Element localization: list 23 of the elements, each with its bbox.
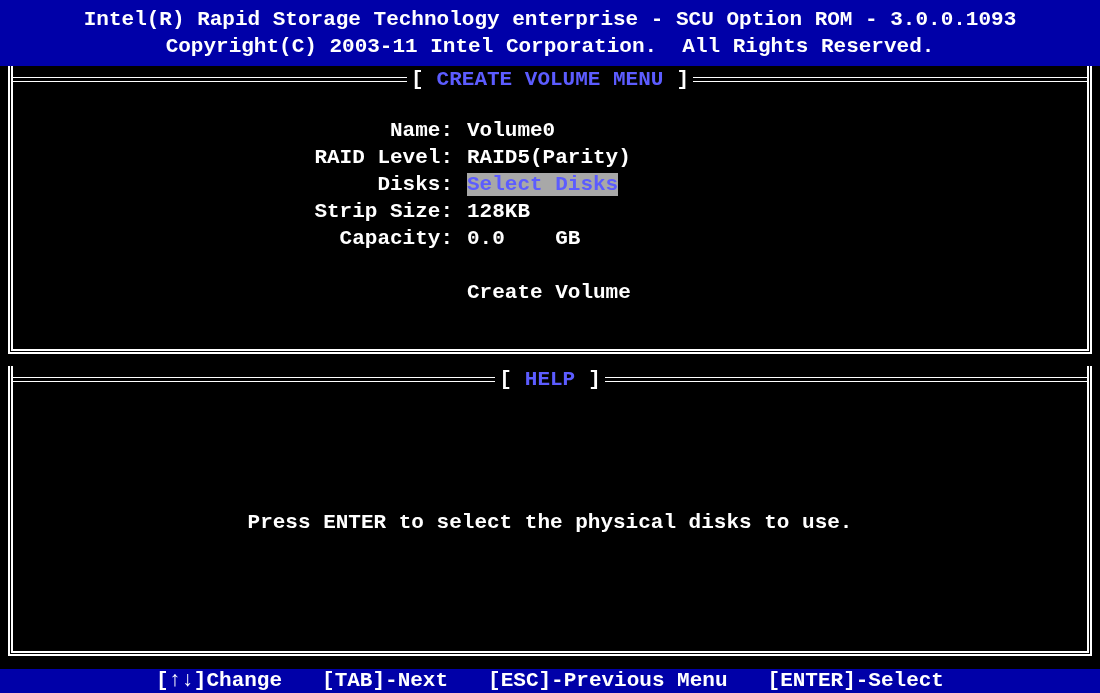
field-label: Disks: [376, 172, 453, 198]
key-hint: [↑↓]Change [156, 669, 283, 693]
bracket: ] [588, 367, 601, 393]
header-title: Intel(R) Rapid Storage Technology enterprise - SCU Option ROM - 3.0.0.1093 [83, 7, 1017, 33]
field-value[interactable]: 128KB [467, 200, 530, 223]
bracket: [ [410, 67, 424, 93]
panel-title: HELP [524, 367, 576, 393]
field-value[interactable]: RAID5(Parity) [467, 146, 631, 169]
field-label: Capacity: [338, 226, 453, 252]
field-label: RAID Level: [313, 145, 453, 171]
field-label: Strip Size: [313, 199, 453, 225]
field-value[interactable]: 0.0 GB [467, 227, 581, 250]
copyright-text: Copyright(C) 2003-11 Intel Corporation. All Rights Reserved. [165, 34, 935, 60]
panel-title: CREATE VOLUME MENU [436, 67, 664, 93]
key-hint: [TAB]-Next [322, 669, 449, 693]
key-hint: [ESC]-Previous Menu [488, 669, 728, 693]
key-hint: [ENTER]-Select [767, 669, 944, 693]
create-volume-option[interactable]: Create Volume [467, 281, 631, 304]
field-label: Name: [389, 118, 453, 144]
bracket: ] [676, 67, 690, 93]
help-text: Press ENTER to select the physical disks to use. [247, 509, 853, 536]
field-value[interactable]: Volume0 [467, 119, 556, 142]
bracket: [ [499, 367, 512, 393]
